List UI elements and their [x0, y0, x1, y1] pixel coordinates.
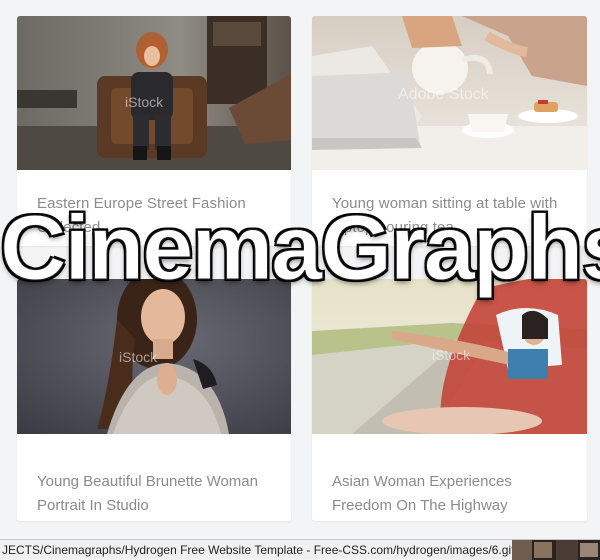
gallery-grid: iStock Eastern Europe Street Fashion Col…: [17, 16, 587, 521]
caption-line: Asian Woman Experiences: [332, 473, 512, 490]
image-thumbnail-icon: [512, 540, 600, 560]
gallery-card[interactable]: iStock Asian Woman Experiences Freedom O…: [312, 279, 587, 521]
caption-line: Freedom On The Highway: [332, 497, 508, 514]
status-url-text: JECTS/Cinemagraphs/Hydrogen Free Website…: [2, 543, 515, 557]
browser-status-bar: JECTS/Cinemagraphs/Hydrogen Free Website…: [0, 539, 600, 560]
card-caption[interactable]: Young Beautiful Brunette Woman Portrait …: [37, 470, 273, 518]
gallery-card[interactable]: Adobe Stock Young woman sitting at table…: [312, 16, 587, 246]
caption-line: Portrait In Studio: [37, 497, 149, 514]
watermark-text: iStock: [432, 347, 471, 363]
caption-line: Young Beautiful Brunette Woman: [37, 473, 258, 490]
street-fashion-photo: [17, 16, 291, 170]
card-image-brunette-portrait[interactable]: iStock: [17, 279, 291, 434]
card-image-tea-laptop[interactable]: Adobe Stock: [312, 16, 587, 170]
card-caption[interactable]: Asian Woman Experiences Freedom On The H…: [332, 470, 569, 518]
card-image-highway-freedom[interactable]: iStock: [312, 279, 587, 434]
card-caption[interactable]: Young woman sitting at table with laptop…: [332, 192, 569, 240]
watermark-text: iStock: [119, 349, 158, 365]
card-caption[interactable]: Eastern Europe Street Fashion Collected: [37, 192, 273, 240]
gallery-card[interactable]: iStock Young Beautiful Brunette Woman Po…: [17, 279, 291, 521]
card-image-street-fashion[interactable]: iStock: [17, 16, 291, 170]
watermark-text: iStock: [125, 94, 164, 110]
watermark-text: Adobe Stock: [398, 86, 489, 103]
gallery-card[interactable]: iStock Eastern Europe Street Fashion Col…: [17, 16, 291, 246]
